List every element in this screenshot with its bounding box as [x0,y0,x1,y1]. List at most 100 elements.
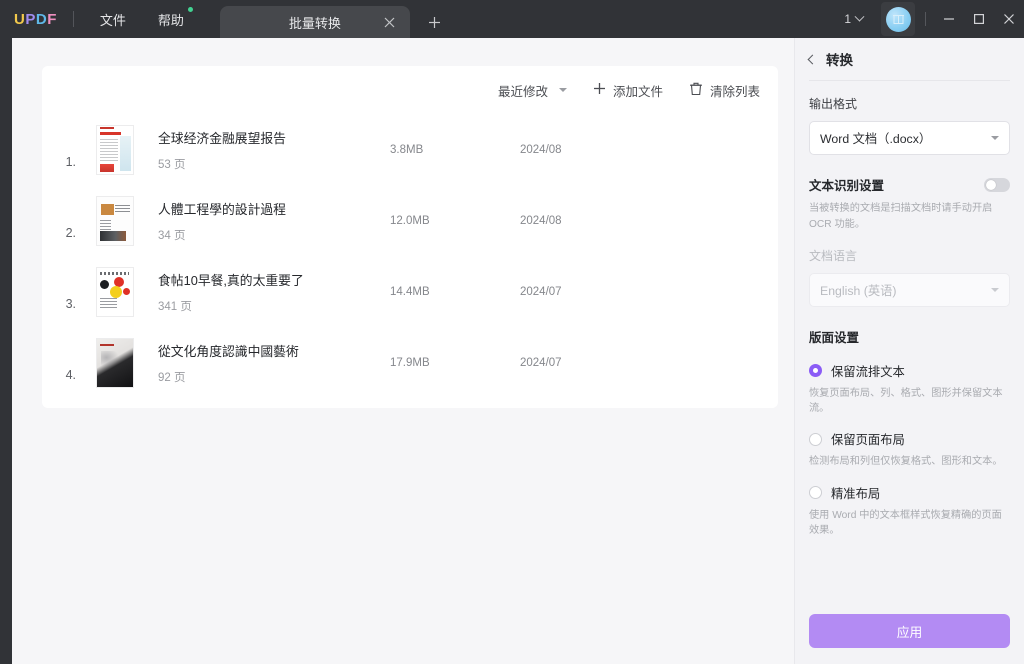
layout-option-desc: 使用 Word 中的文本框样式恢复精确的页面效果。 [809,509,1002,536]
layout-option-flowing-text[interactable]: 保留流排文本 恢复页面布局、列、格式、图形并保留文本流。 [809,362,1010,417]
file-pages: 34 页 [158,229,186,242]
updf-logo: UPDF [14,11,57,28]
layout-option-exact-layout[interactable]: 精准布局 使用 Word 中的文本框样式恢复精确的页面效果。 [809,484,1010,539]
file-thumbnail [96,337,134,388]
file-date: 2024/07 [520,356,562,369]
table-row[interactable]: 1. 全球经济金融展望报告 53 页 3.8MB 2024/08 [42,114,778,185]
apply-button-label: 应用 [896,624,923,640]
file-size: 12.0MB [390,214,430,227]
tab-batch-convert[interactable]: 批量转换 [219,6,410,38]
radio-icon[interactable] [809,486,822,500]
table-row[interactable]: 2. 人體工程學的設計過程 34 页 12.0MB 2024/08 [42,185,778,256]
document-language-select[interactable]: English (英语) [809,272,1010,307]
radio-icon[interactable] [809,364,822,378]
window-controls-divider [925,12,926,26]
file-list-card: 最近修改 添加文件 清除列表 1. 全球经济金融展望报告 53 页 3.8MB … [42,66,778,408]
file-list-panel: 最近修改 添加文件 清除列表 1. 全球经济金融展望报告 53 页 3.8MB … [12,38,794,664]
layout-option-keep-page-layout[interactable]: 保留页面布局 检测布局和列但仅恢复格式、图形和文本。 [809,430,1010,469]
add-files-button[interactable]: 添加文件 [593,81,663,100]
trash-icon [689,81,703,99]
table-row[interactable]: 4. 從文化角度認識中國藝術 92 页 17.9MB 2024/07 [42,327,778,398]
menu-item-file[interactable]: 文件 [90,6,136,33]
maximize-icon[interactable] [964,0,994,38]
layout-option-desc: 检测布局和列但仅恢复格式、图形和文本。 [809,456,1003,468]
file-size: 17.9MB [390,356,430,369]
layout-option-label: 保留页面布局 [831,433,905,448]
add-files-label: 添加文件 [612,84,663,99]
page-count-value: 1 [844,12,851,26]
file-meta: 全球经济金融展望报告 53 页 [158,128,390,172]
sort-dropdown[interactable]: 最近修改 [498,81,567,100]
table-row[interactable]: 3. 食帖10早餐,真的太重要了 341 页 14.4MB 2024/07 [42,256,778,327]
ocr-toggle[interactable] [984,177,1010,192]
clear-list-button[interactable]: 清除列表 [689,81,760,100]
row-index: 3. [65,297,76,311]
apply-button[interactable]: 应用 [809,614,1010,648]
title-bar: UPDF 文件 帮助 批量转换 1 [0,0,1024,38]
file-pages: 53 页 [158,158,186,171]
minimize-icon[interactable] [934,0,964,38]
tab-batch-convert-label: 批量转换 [288,15,341,31]
output-format-label: 输出格式 [809,97,858,111]
chevron-down-icon [991,287,999,292]
layout-option-label: 精准布局 [831,486,881,501]
row-index: 4. [65,368,76,382]
logo-letter-d: D [35,10,48,28]
clear-list-label: 清除列表 [709,84,760,99]
file-thumbnail [96,266,134,317]
logo-letter-u: U [14,10,26,28]
titlebar-right-controls: 1 [838,0,1024,38]
file-date: 2024/08 [520,143,562,156]
help-badge-dot [187,6,193,12]
document-language-label: 文档语言 [809,248,858,263]
menu-item-file-label: 文件 [99,12,126,28]
file-list: 1. 全球经济金融展望报告 53 页 3.8MB 2024/08 2. 人體工程… [42,114,778,398]
chevron-down-icon [991,136,999,140]
file-name: 全球经济金融展望报告 [158,130,286,146]
file-meta: 食帖10早餐,真的太重要了 341 页 [158,270,390,314]
output-format-select[interactable]: Word 文档（.docx） [809,121,1010,155]
page-count-dropdown[interactable]: 1 [838,8,869,30]
file-meta: 從文化角度認識中國藝術 92 页 [158,341,390,385]
app-body: 最近修改 添加文件 清除列表 1. 全球经济金融展望报告 53 页 3.8MB … [12,38,1024,664]
window-close-icon[interactable] [994,0,1024,38]
panel-footer: 应用 [795,614,1024,664]
file-date: 2024/07 [520,285,562,298]
updf-window: UPDF 文件 帮助 批量转换 1 最近修改 添加文件 清除列表 1. 全球经济… [0,0,1024,664]
avatar [885,6,911,32]
panel-body: 输出格式 Word 文档（.docx） 文本识别设置 当被转换的文档是扫描文档时… [795,81,1024,614]
tab-strip: 批量转换 [219,0,446,38]
file-pages: 92 页 [158,371,186,384]
file-pages: 341 页 [158,300,192,313]
convert-settings-panel: 转换 输出格式 Word 文档（.docx） 文本识别设置 当被转换的文档是扫描… [794,38,1024,664]
ocr-settings-title: 文本识别设置 [809,179,885,193]
file-thumbnail [96,124,134,175]
layout-settings-title: 版面设置 [809,330,860,345]
file-name: 從文化角度認識中國藝術 [158,343,299,359]
logo-letter-f: F [47,10,57,28]
file-meta: 人體工程學的設計過程 34 页 [158,199,390,243]
account-button[interactable] [881,2,915,36]
ocr-hint: 当被转换的文档是扫描文档时请手动开启 OCR 功能。 [809,203,993,230]
new-tab-button[interactable] [424,6,446,38]
row-index: 2. [65,226,76,240]
menu-item-help-label: 帮助 [157,12,184,28]
radio-icon[interactable] [809,432,822,446]
file-size: 3.8MB [390,143,424,156]
plus-icon [593,82,606,98]
file-name: 人體工程學的設計過程 [158,201,286,217]
layout-option-desc: 恢复页面布局、列、格式、图形并保留文本流。 [809,387,1003,414]
output-format-value: Word 文档（.docx） [820,132,932,146]
file-name: 食帖10早餐,真的太重要了 [158,272,304,288]
file-list-toolbar: 最近修改 添加文件 清除列表 [42,66,778,114]
file-date: 2024/08 [520,214,562,227]
menu-item-help[interactable]: 帮助 [148,6,194,33]
sort-dropdown-label: 最近修改 [497,84,548,99]
panel-header: 转换 [795,44,1024,74]
ocr-header: 文本识别设置 [809,175,1010,194]
ocr-toggle-knob [986,179,996,190]
close-icon[interactable] [382,14,398,30]
file-thumbnail [96,195,134,246]
chevron-left-icon[interactable] [807,54,818,64]
menu-divider [72,11,74,27]
